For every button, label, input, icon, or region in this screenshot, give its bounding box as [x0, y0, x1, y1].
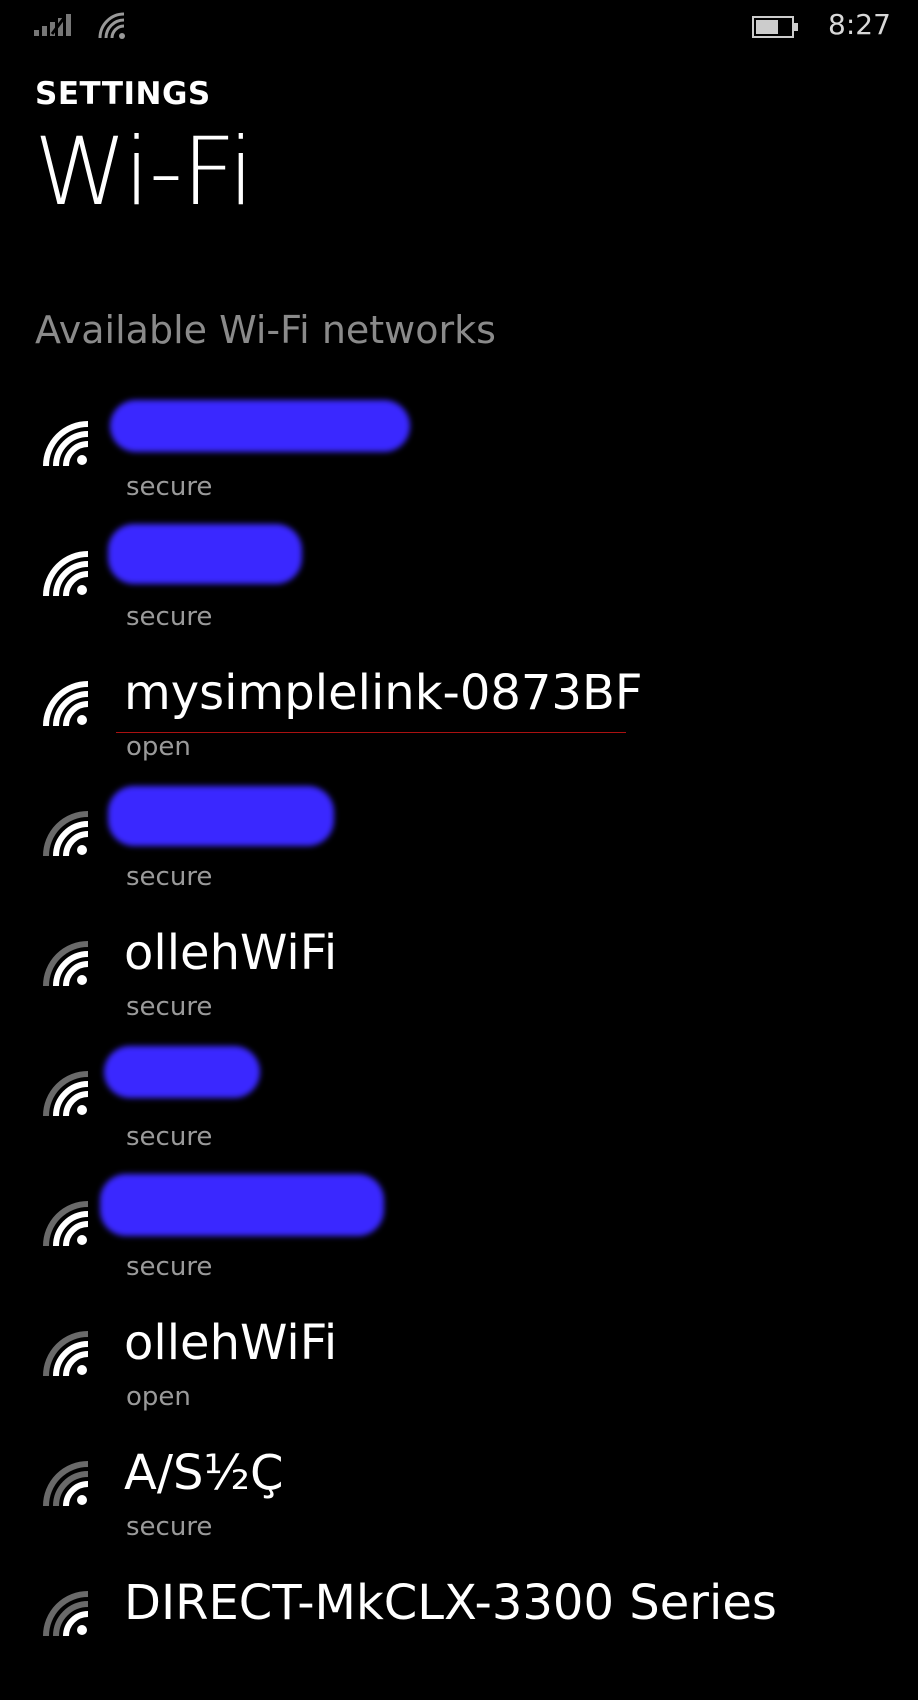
wifi-signal-icon: [43, 421, 89, 467]
wifi-signal-icon: [43, 1591, 89, 1637]
wifi-signal-icon: [43, 811, 89, 857]
network-item[interactable]: secure: [0, 1174, 918, 1310]
network-security-status: secure: [126, 1122, 213, 1152]
network-security-status: secure: [126, 1252, 213, 1282]
cellular-signal-icon: [34, 14, 71, 36]
network-security-status: secure: [126, 472, 213, 502]
redacted-network-name: [108, 524, 302, 584]
redacted-network-name: [110, 400, 410, 452]
page-title: Wi-Fi: [34, 118, 254, 227]
network-item[interactable]: A/S½Ç secure: [0, 1440, 918, 1570]
wifi-status-icon: [98, 12, 125, 39]
network-list: secure secure mysimplelink-0873BF open secur…: [0, 400, 918, 1700]
spellcheck-underline: [116, 732, 626, 733]
redacted-network-name: [100, 1174, 384, 1236]
network-item[interactable]: secure: [0, 524, 918, 660]
status-bar: 8:27: [0, 0, 918, 52]
network-name: ollehWiFi: [124, 925, 338, 981]
network-security-status: open: [126, 732, 191, 762]
network-name: DIRECT-MkCLX-3300 Series: [124, 1575, 777, 1631]
redacted-network-name: [104, 1046, 260, 1098]
network-item[interactable]: secure: [0, 786, 918, 920]
network-item[interactable]: secure: [0, 1046, 918, 1180]
clock: 8:27: [828, 8, 891, 41]
network-item[interactable]: ollehWiFi open: [0, 1310, 918, 1440]
section-heading: Available Wi-Fi networks: [35, 308, 496, 352]
redacted-network-name: [108, 786, 334, 846]
network-name: A/S½Ç: [124, 1445, 284, 1501]
wifi-signal-icon: [43, 551, 89, 597]
wifi-signal-icon: [43, 1201, 89, 1247]
network-security-status: secure: [126, 602, 213, 632]
network-name: ollehWiFi: [124, 1315, 338, 1371]
network-security-status: secure: [126, 1512, 213, 1542]
battery-icon: [752, 16, 798, 38]
wifi-signal-icon: [43, 1461, 89, 1507]
network-item[interactable]: secure: [0, 400, 918, 530]
network-security-status: secure: [126, 992, 213, 1022]
network-security-status: open: [126, 1382, 191, 1412]
network-security-status: secure: [126, 862, 213, 892]
wifi-signal-icon: [43, 941, 89, 987]
settings-header: SETTINGS: [35, 76, 211, 112]
network-item[interactable]: ollehWiFi secure: [0, 920, 918, 1050]
network-name: mysimplelink-0873BF: [124, 665, 643, 721]
wifi-signal-icon: [43, 1331, 89, 1377]
wifi-signal-icon: [43, 1071, 89, 1117]
wifi-signal-icon: [43, 681, 89, 727]
network-item[interactable]: mysimplelink-0873BF open: [0, 660, 918, 790]
network-item[interactable]: DIRECT-MkCLX-3300 Series: [0, 1570, 918, 1700]
